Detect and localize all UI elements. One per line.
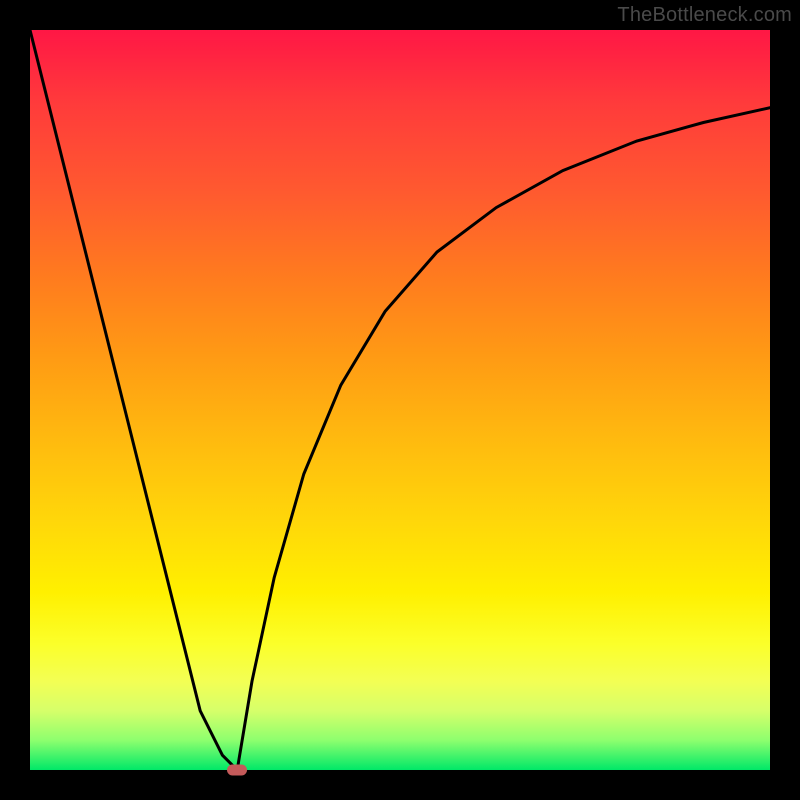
plot-area bbox=[30, 30, 770, 770]
watermark-text: TheBottleneck.com bbox=[617, 4, 792, 27]
curve-layer bbox=[30, 30, 770, 770]
curve-right-branch bbox=[237, 108, 770, 770]
minimum-marker bbox=[227, 765, 247, 776]
chart-frame: TheBottleneck.com bbox=[0, 0, 800, 800]
curve-left-branch bbox=[30, 30, 237, 770]
